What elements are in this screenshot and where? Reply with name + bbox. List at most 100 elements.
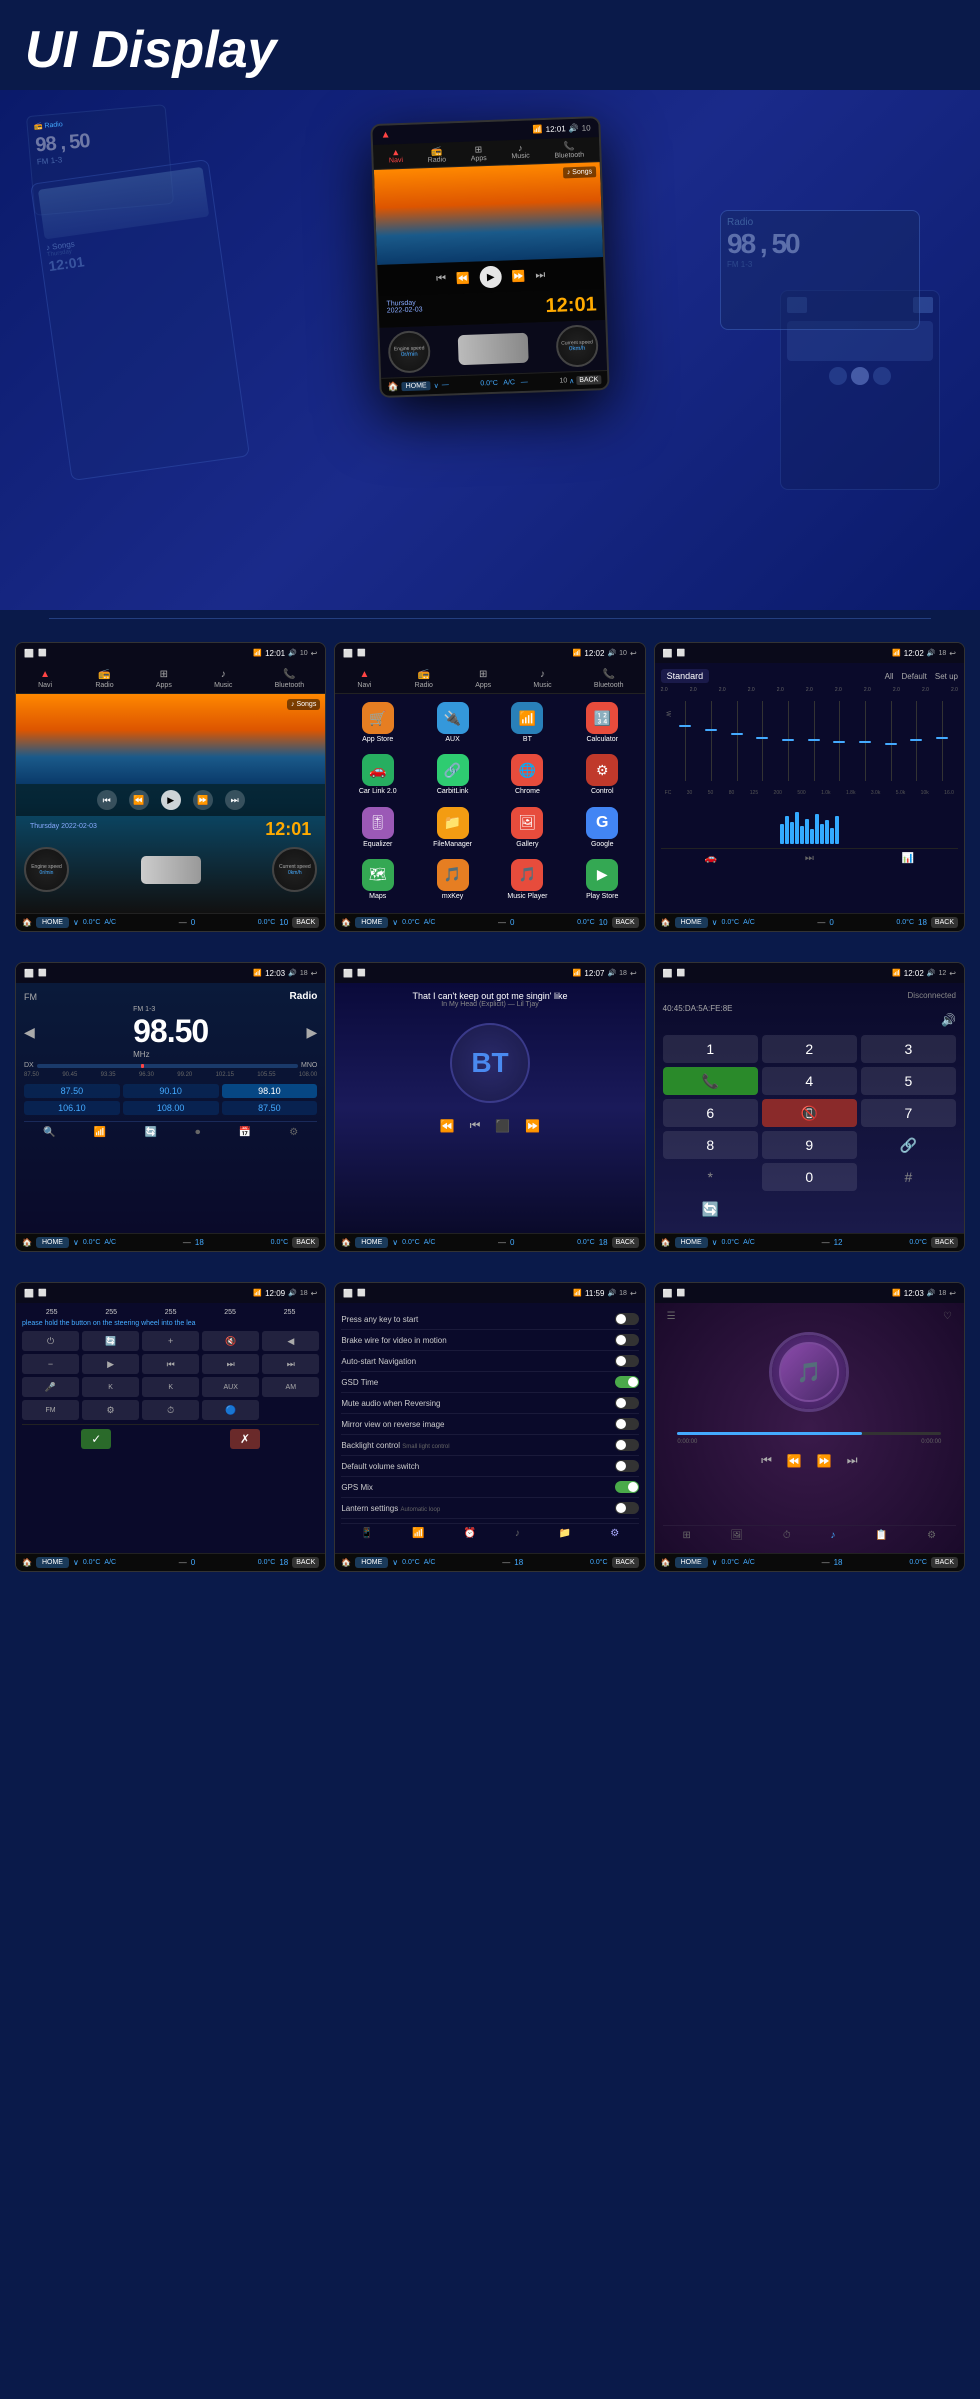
music-clock-icon[interactable]: ⏱: [783, 1530, 791, 1541]
dial-6[interactable]: 6: [663, 1099, 758, 1127]
music-note-icon[interactable]: ♪: [830, 1530, 835, 1541]
home-btn-steering[interactable]: HOME: [36, 1557, 69, 1568]
eq-default[interactable]: Default: [902, 672, 927, 681]
music-list-icon[interactable]: 📋: [875, 1530, 887, 1541]
app-google[interactable]: GGoogle: [568, 807, 637, 853]
back-btn-music[interactable]: BACK: [931, 1557, 958, 1568]
back-btn-radio[interactable]: BACK: [292, 1237, 319, 1248]
music-ff-icon[interactable]: ⏩: [817, 1454, 832, 1468]
app-control[interactable]: ⚙Control: [568, 754, 637, 800]
home-btn-eq[interactable]: HOME: [675, 917, 708, 928]
back-btn-settings[interactable]: BACK: [612, 1557, 639, 1568]
steer-clock[interactable]: ⏱: [142, 1400, 199, 1420]
steer-gear[interactable]: ⚙: [82, 1400, 139, 1420]
steer-ff[interactable]: ⏭: [202, 1354, 259, 1374]
steer-play[interactable]: ▶: [82, 1354, 139, 1374]
play-btn[interactable]: ▶: [161, 790, 181, 810]
back-btn-bt[interactable]: BACK: [612, 1237, 639, 1248]
media-controls[interactable]: ⏮ ⏪ ▶ ⏩ ⏭: [16, 784, 325, 816]
music-grid-icon[interactable]: ⊞: [682, 1530, 690, 1541]
steer-k1[interactable]: K: [82, 1377, 139, 1397]
music-photo-icon[interactable]: 🖼: [731, 1530, 744, 1541]
dial-3[interactable]: 3: [861, 1035, 956, 1063]
app-gallery[interactable]: 🖼Gallery: [493, 807, 562, 853]
steer-rew[interactable]: ⏮: [142, 1354, 199, 1374]
radio-settings-icon[interactable]: ⚙: [289, 1127, 298, 1138]
confirm-button[interactable]: ✓: [81, 1429, 111, 1449]
prev-btn[interactable]: ⏮: [97, 790, 117, 810]
app-mxkey[interactable]: 🎵mxKey: [418, 859, 487, 905]
radio-rec-icon[interactable]: ⏺: [195, 1127, 200, 1138]
preset-6[interactable]: 87.50: [222, 1101, 318, 1115]
toggle-backlight-switch[interactable]: [615, 1439, 639, 1451]
steer-k2[interactable]: K: [142, 1377, 199, 1397]
dial-4[interactable]: 4: [762, 1067, 857, 1095]
steer-bt[interactable]: 🔵: [202, 1400, 259, 1420]
bt-ff[interactable]: ⏩: [525, 1119, 540, 1133]
settings-music-icon[interactable]: ♪: [515, 1528, 520, 1539]
settings-time-icon[interactable]: ⏰: [464, 1528, 476, 1539]
eq-preset[interactable]: Standard: [661, 669, 710, 683]
steer-prev[interactable]: ◀: [262, 1331, 319, 1351]
dial-2[interactable]: 2: [762, 1035, 857, 1063]
dial-1[interactable]: 1: [663, 1035, 758, 1063]
settings-phone-icon[interactable]: 📱: [361, 1528, 373, 1539]
toggle-mute-switch[interactable]: [615, 1397, 639, 1409]
rewind-btn[interactable]: ⏪: [129, 790, 149, 810]
toggle-lantern-switch[interactable]: [615, 1502, 639, 1514]
steer-volup[interactable]: +: [142, 1331, 199, 1351]
app-aux[interactable]: 🔌AUX: [418, 702, 487, 748]
preset-5[interactable]: 108.00: [123, 1101, 219, 1115]
toggle-gsd-switch[interactable]: [615, 1376, 639, 1388]
settings-gear-icon[interactable]: ⚙: [610, 1528, 619, 1539]
app-eq[interactable]: 🎚Equalizer: [343, 807, 412, 853]
bt-stop[interactable]: ⬛: [495, 1119, 510, 1133]
back-btn-eq[interactable]: BACK: [931, 917, 958, 928]
back-button[interactable]: BACK: [292, 917, 319, 928]
eq-setup[interactable]: Set up: [935, 672, 958, 681]
settings-file-icon[interactable]: 📁: [559, 1528, 571, 1539]
music-settings-icon[interactable]: ⚙: [927, 1530, 936, 1541]
toggle-gps-switch[interactable]: [615, 1481, 639, 1493]
app-bt[interactable]: 📶BT: [493, 702, 562, 748]
app-chrome[interactable]: 🌐Chrome: [493, 754, 562, 800]
preset-2[interactable]: 90.10: [123, 1084, 219, 1098]
app-calc[interactable]: 🔢Calculator: [568, 702, 637, 748]
preset-4[interactable]: 106.10: [24, 1101, 120, 1115]
cancel-button[interactable]: ✗: [230, 1429, 260, 1449]
back-btn-steering[interactable]: BACK: [292, 1557, 319, 1568]
link-btn[interactable]: 🔗: [861, 1131, 956, 1159]
steer-voldown[interactable]: −: [22, 1354, 79, 1374]
home-btn-settings[interactable]: HOME: [355, 1557, 388, 1568]
home-btn-bt[interactable]: HOME: [355, 1237, 388, 1248]
music-heart-icon[interactable]: ♡: [943, 1311, 952, 1322]
app-musicplayer[interactable]: 🎵Music Player: [493, 859, 562, 905]
next-btn[interactable]: ⏭: [225, 790, 245, 810]
app-maps[interactable]: 🗺Maps: [343, 859, 412, 905]
steer-power[interactable]: ⏻: [22, 1331, 79, 1351]
app-carlink[interactable]: 🚗Car Link 2.0: [343, 754, 412, 800]
home-btn-radio[interactable]: HOME: [36, 1237, 69, 1248]
home-btn-phone[interactable]: HOME: [675, 1237, 708, 1248]
speaker-icon[interactable]: 🔊: [941, 1013, 956, 1027]
back-btn-phone[interactable]: BACK: [931, 1237, 958, 1248]
app-carbitlink[interactable]: 🔗CarbitLink: [418, 754, 487, 800]
music-rew-icon[interactable]: ⏪: [787, 1454, 802, 1468]
music-prev-icon[interactable]: ⏮: [761, 1453, 772, 1468]
app-appstore[interactable]: 🛒App Store: [343, 702, 412, 748]
ff-btn[interactable]: ⏩: [193, 790, 213, 810]
dial-0[interactable]: 0: [762, 1163, 857, 1191]
call-btn[interactable]: 📞: [663, 1067, 758, 1095]
dial-8[interactable]: 8: [663, 1131, 758, 1159]
back-btn-apps[interactable]: BACK: [612, 917, 639, 928]
app-files[interactable]: 📁FileManager: [418, 807, 487, 853]
home-btn-music[interactable]: HOME: [675, 1557, 708, 1568]
music-menu-icon[interactable]: ☰: [667, 1311, 676, 1322]
steer-source[interactable]: 🔄: [82, 1331, 139, 1351]
radio-loop-icon[interactable]: 🔄: [145, 1127, 157, 1138]
dial-star[interactable]: *: [663, 1163, 758, 1191]
preset-3[interactable]: 98.10: [222, 1084, 318, 1098]
toggle-nav-switch[interactable]: [615, 1355, 639, 1367]
dial-5[interactable]: 5: [861, 1067, 956, 1095]
steer-next[interactable]: ⏭: [262, 1354, 319, 1374]
